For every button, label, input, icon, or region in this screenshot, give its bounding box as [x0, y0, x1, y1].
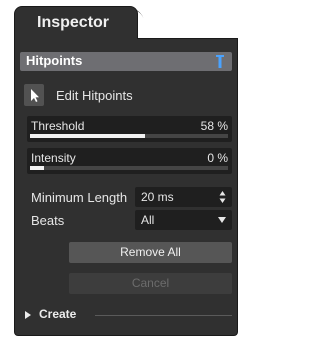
minimum-length-value: 20 ms: [141, 190, 174, 204]
cancel-button[interactable]: Cancel: [69, 273, 232, 294]
expand-arrow-icon: [25, 311, 31, 319]
hitpoints-section-header[interactable]: Hitpoints: [20, 52, 232, 71]
threshold-value: 58 %: [200, 119, 228, 133]
intensity-label: Intensity: [31, 151, 76, 165]
create-label: Create: [39, 307, 77, 321]
threshold-track: [30, 134, 228, 138]
edit-hitpoints-label: Edit Hitpoints: [56, 88, 133, 103]
edit-hitpoints-button[interactable]: [24, 84, 44, 106]
arrow-cursor-icon: [31, 89, 39, 102]
minimum-length-field[interactable]: 20 ms: [135, 187, 232, 207]
threshold-slider[interactable]: Threshold 58 %: [27, 116, 232, 142]
section-title: Hitpoints: [26, 53, 83, 68]
minimum-length-label: Minimum Length: [31, 190, 128, 205]
intensity-track: [30, 166, 228, 170]
pin-icon[interactable]: [214, 54, 226, 69]
chevron-down-icon: [218, 217, 226, 223]
stepper-arrows-icon[interactable]: [219, 190, 226, 204]
beats-dropdown[interactable]: All: [135, 210, 232, 230]
intensity-slider[interactable]: Intensity 0 %: [27, 148, 232, 174]
intensity-value: 0 %: [207, 151, 228, 165]
tab-inspector[interactable]: Inspector: [14, 6, 138, 39]
intensity-fill: [30, 166, 44, 170]
threshold-label: Threshold: [31, 119, 85, 133]
beats-value: All: [141, 213, 155, 227]
threshold-fill: [30, 134, 145, 138]
remove-all-button[interactable]: Remove All: [69, 242, 232, 263]
section-divider: [95, 315, 232, 316]
beats-label: Beats: [31, 213, 65, 228]
create-section-header[interactable]: Create: [25, 307, 232, 323]
